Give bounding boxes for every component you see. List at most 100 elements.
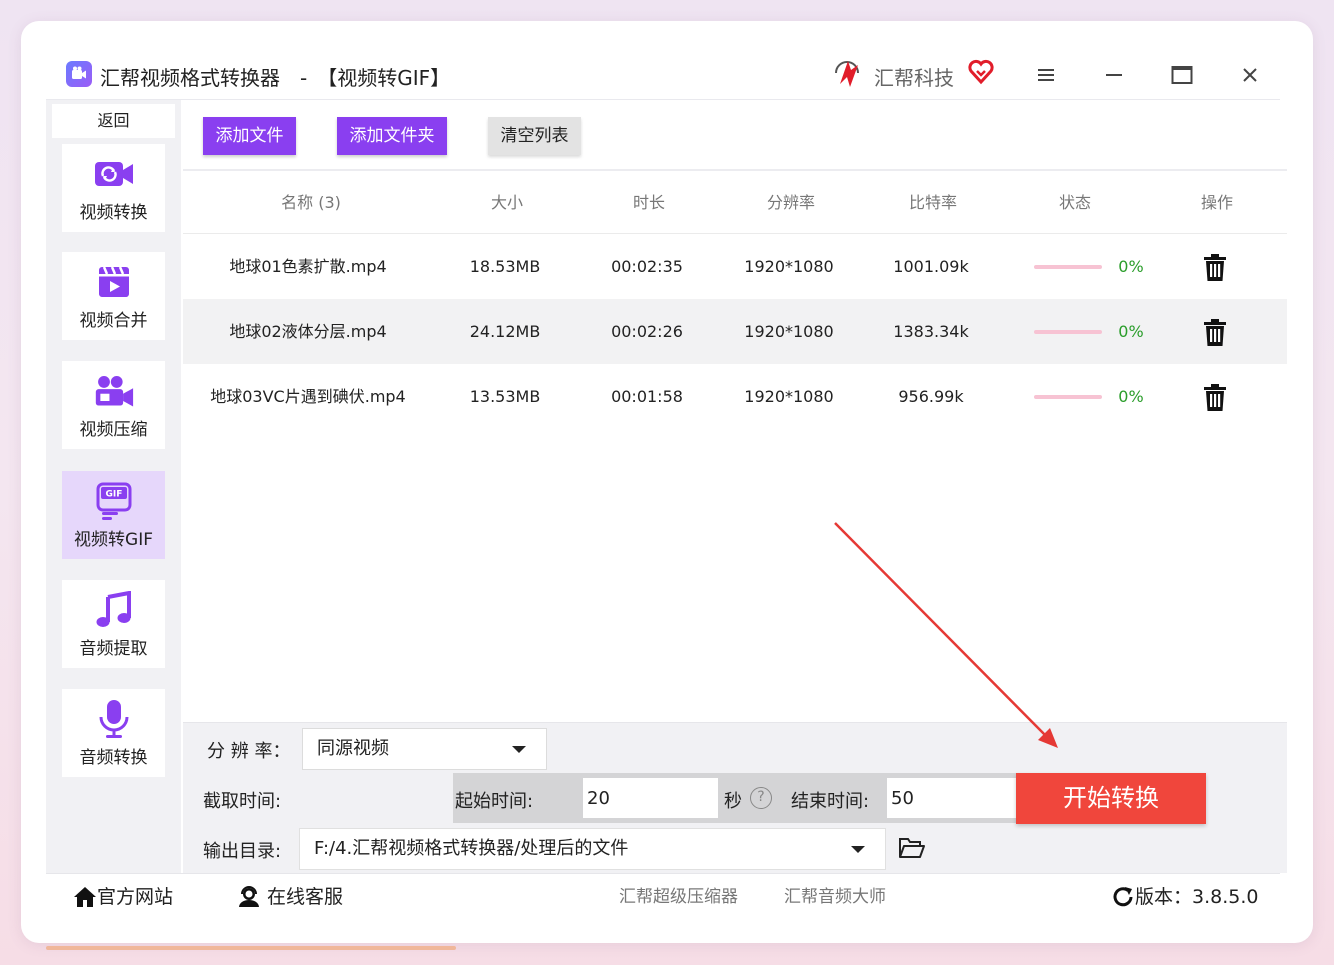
gif-icon: GIF — [94, 481, 134, 521]
cell-bitrate: 1001.09k — [893, 257, 969, 276]
refresh-icon — [1113, 887, 1133, 907]
version-label: 版本：3.8.5.0 — [1135, 886, 1259, 908]
add-file-button[interactable]: 添加文件 — [203, 117, 296, 155]
clear-list-button[interactable]: 清空列表 — [488, 117, 581, 155]
cell-bitrate: 1383.34k — [893, 322, 969, 341]
trash-icon[interactable] — [1202, 384, 1228, 412]
cell-size: 13.53MB — [469, 387, 541, 406]
cell-duration: 00:02:35 — [611, 257, 683, 276]
svg-text:GIF: GIF — [105, 489, 122, 499]
trash-icon[interactable] — [1202, 319, 1228, 347]
trash-icon[interactable] — [1202, 254, 1228, 282]
title-bar: 汇帮视频格式转换器 - 【视频转GIF】 汇帮科技 — [46, 50, 1280, 100]
brand-name: 汇帮科技 — [874, 66, 954, 90]
output-dir-value: F:/4.汇帮视频格式转换器/处理后的文件 — [314, 838, 629, 859]
sidebar-item-label: 音频提取 — [79, 638, 148, 659]
progress-bar — [1034, 395, 1102, 399]
sidebar-item-audio-convert[interactable]: 音频转换 — [62, 689, 165, 777]
end-time-label: 结束时间: — [791, 791, 870, 812]
resolution-label: 分 辨 率： — [207, 741, 291, 762]
sidebar-item-video-merge[interactable]: 视频合并 — [62, 252, 165, 340]
minimize-icon[interactable] — [1101, 62, 1127, 88]
home-icon — [74, 887, 96, 907]
video-merge-icon — [94, 262, 134, 302]
table-row[interactable]: 地球02液体分层.mp4 24.12MB 00:02:26 1920*1080 … — [183, 299, 1287, 364]
resolution-select[interactable]: 同源视频 — [302, 728, 547, 770]
column-header-size[interactable]: 大小 — [457, 171, 557, 234]
table-header: 名称 (3) 大小 时长 分辨率 比特率 状态 操作 — [183, 171, 1287, 234]
column-header-resolution[interactable]: 分辨率 — [741, 171, 841, 234]
output-dir-label: 输出目录: — [203, 841, 282, 862]
app-title: 汇帮视频格式转换器 - 【视频转GIF】 — [100, 66, 451, 90]
cell-resolution: 1920*1080 — [744, 387, 834, 406]
progress-bar — [1034, 330, 1102, 334]
brand-logo-icon — [835, 61, 859, 87]
music-note-icon — [94, 590, 134, 630]
progress-percent: 0% — [1118, 387, 1144, 406]
column-header-status: 状态 — [1058, 193, 1091, 212]
sidebar-item-label: 视频压缩 — [79, 419, 148, 440]
sidebar-item-label: 音频转换 — [79, 747, 148, 768]
start-time-label: 起始时间: — [455, 791, 534, 812]
table-row[interactable]: 地球03VC片遇到碘伏.mp4 13.53MB 00:01:58 1920*10… — [183, 364, 1287, 429]
cell-size: 24.12MB — [469, 322, 541, 341]
file-table: 名称 (3) 大小 时长 分辨率 比特率 状态 操作 地球01色素扩散.mp4 … — [183, 171, 1287, 429]
support-agent-icon — [239, 886, 259, 907]
progress-percent: 0% — [1118, 257, 1144, 276]
sidebar-item-video-compress[interactable]: 视频压缩 — [62, 361, 165, 449]
table-row[interactable]: 地球01色素扩散.mp4 18.53MB 00:02:35 1920*1080 … — [183, 234, 1287, 299]
maximize-icon[interactable] — [1169, 62, 1195, 88]
online-support-link[interactable]: 在线客服 — [237, 874, 343, 920]
cell-bitrate: 956.99k — [898, 387, 964, 406]
sidebar-item-audio-extract[interactable]: 音频提取 — [62, 580, 165, 668]
resolution-select-value: 同源视频 — [317, 738, 389, 759]
video-convert-icon — [94, 154, 134, 194]
version-info[interactable]: 版本：3.8.5.0 — [1111, 874, 1258, 920]
chevron-down-icon — [851, 846, 865, 853]
decorative-strip — [46, 946, 456, 950]
add-folder-button[interactable]: 添加文件夹 — [337, 117, 447, 155]
cell-size: 18.53MB — [469, 257, 541, 276]
output-dir-select[interactable]: F:/4.汇帮视频格式转换器/处理后的文件 — [299, 828, 886, 870]
folder-open-icon[interactable] — [898, 836, 926, 860]
cell-duration: 00:01:58 — [611, 387, 683, 406]
sidebar-item-video-to-gif[interactable]: GIF 视频转GIF — [62, 471, 165, 559]
official-website-link[interactable]: 官方网站 — [73, 874, 173, 920]
sidebar-item-label: 视频转换 — [79, 202, 148, 223]
back-button[interactable]: 返回 — [52, 104, 175, 138]
end-time-input[interactable] — [887, 778, 1020, 818]
video-compress-icon — [94, 371, 134, 411]
sidebar: 返回 视频转换 视频合并 视频压缩 GIF 视频转GIF 音频提取 音频转换 — [46, 100, 181, 873]
clip-time-label: 截取时间: — [203, 791, 282, 812]
super-compressor-link[interactable]: 汇帮超级压缩器 — [619, 874, 738, 920]
official-website-label: 官方网站 — [97, 886, 174, 908]
cell-name: 地球01色素扩散.mp4 — [229, 257, 387, 276]
audio-master-link[interactable]: 汇帮音频大师 — [784, 874, 886, 920]
cell-resolution: 1920*1080 — [744, 322, 834, 341]
sidebar-item-video-convert[interactable]: 视频转换 — [62, 144, 165, 232]
start-time-input[interactable] — [583, 778, 718, 818]
column-header-name[interactable]: 名称 (3) — [211, 171, 411, 234]
footer: 官方网站 在线客服 汇帮超级压缩器 汇帮音频大师 版本：3.8.5.0 — [46, 873, 1280, 919]
help-icon[interactable]: ? — [750, 787, 772, 809]
app-logo-icon — [66, 61, 92, 87]
cell-name: 地球03VC片遇到碘伏.mp4 — [210, 387, 406, 406]
progress-percent: 0% — [1118, 322, 1144, 341]
column-header-actions: 操作 — [1200, 193, 1233, 212]
chevron-down-icon — [512, 746, 526, 753]
progress-bar — [1034, 265, 1102, 269]
microphone-icon — [94, 699, 134, 739]
cell-resolution: 1920*1080 — [744, 257, 834, 276]
menu-icon[interactable] — [1033, 62, 1059, 88]
column-header-duration[interactable]: 时长 — [599, 171, 699, 234]
heart-shield-icon[interactable] — [968, 59, 994, 85]
cell-duration: 00:02:26 — [611, 322, 683, 341]
start-convert-button[interactable]: 开始转换 — [1016, 773, 1206, 824]
online-support-label: 在线客服 — [267, 886, 344, 908]
cell-name: 地球02液体分层.mp4 — [229, 322, 387, 341]
sidebar-item-label: 视频转GIF — [74, 529, 153, 550]
clip-time-group: 起始时间: 秒 ? 结束时间: 秒 ? — [453, 773, 1096, 823]
close-icon[interactable] — [1237, 62, 1263, 88]
start-time-unit: 秒 — [724, 791, 742, 812]
column-header-bitrate[interactable]: 比特率 — [883, 171, 983, 234]
